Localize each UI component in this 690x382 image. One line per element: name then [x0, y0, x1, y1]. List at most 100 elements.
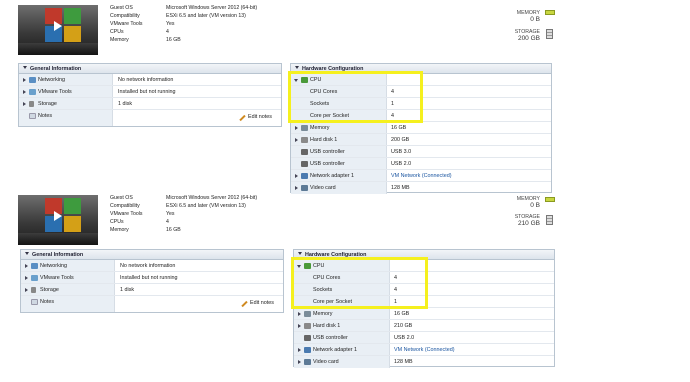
vm-console-thumbnail[interactable]	[18, 5, 98, 55]
row-label: USB controller	[313, 335, 348, 341]
general-information-header[interactable]: General Information	[21, 250, 283, 260]
memory-meter-value: 0 B	[530, 16, 540, 23]
cpus-value: 4	[166, 29, 169, 35]
row-value: 210 GB	[394, 323, 413, 329]
vmware-tools-label: VMware Tools	[110, 21, 143, 27]
storage-stack-icon	[546, 29, 553, 39]
guest-os-value: Microsoft Windows Server 2012 (64-bit)	[166, 5, 258, 11]
vm-console-thumbnail[interactable]	[18, 195, 98, 245]
storage-icon	[29, 101, 34, 107]
hw-row-network-adapter[interactable]: Network adapter 1 VM Network (Connected)	[291, 170, 551, 182]
play-icon[interactable]	[54, 21, 62, 31]
vmware-tools-icon	[31, 275, 38, 281]
video-card-icon	[301, 185, 308, 191]
row-value: 16 GB	[391, 125, 407, 131]
usb-icon	[304, 335, 311, 341]
play-icon[interactable]	[54, 211, 62, 221]
edit-notes-link[interactable]: Edit notes	[250, 300, 274, 306]
compatibility-value: ESXi 6.5 and later (VM version 13)	[166, 203, 246, 209]
row-value: 128 MB	[394, 359, 413, 365]
row-value: USB 3.0	[391, 149, 412, 155]
row-value: USB 2.0	[394, 335, 415, 341]
memory-icon	[301, 125, 308, 131]
network-adapter-icon	[304, 347, 311, 353]
row-label: Networking	[40, 263, 67, 269]
cpu-highlight-box	[288, 71, 423, 123]
hw-row-memory[interactable]: Memory 16 GB	[291, 122, 551, 134]
memory-meter-value: 0 B	[530, 202, 540, 209]
row-value: Installed but not running	[118, 89, 176, 95]
row-label: VMware Tools	[40, 275, 74, 281]
windows-logo-icon	[45, 8, 83, 44]
memory-value: 16 GB	[166, 37, 181, 43]
row-label: USB controller	[310, 161, 345, 167]
row-label: Memory	[313, 311, 333, 317]
hw-row-video-card[interactable]: Video card 128 MB	[294, 356, 554, 368]
storage-meter-value: 200 GB	[517, 35, 540, 42]
row-value: 128 MB	[391, 185, 410, 191]
hard-disk-icon	[304, 323, 311, 329]
storage-icon	[31, 287, 36, 293]
general-row-vmware-tools[interactable]: VMware Tools Installed but not running	[21, 272, 283, 284]
usb-icon	[301, 149, 308, 155]
vmware-tools-label: VMware Tools	[110, 211, 143, 217]
row-label: Memory	[310, 125, 330, 131]
network-adapter-icon	[301, 173, 308, 179]
row-value: No network information	[120, 263, 176, 269]
network-link[interactable]: VM Network (Connected)	[394, 344, 455, 356]
cpu-highlight-box	[291, 257, 428, 309]
storage-meter: STORAGE 200 GB	[494, 29, 540, 42]
vmware-tools-value: Yes	[166, 21, 175, 27]
row-value: No network information	[118, 77, 174, 83]
storage-meter: STORAGE 210 GB	[494, 214, 540, 227]
hw-row-network-adapter[interactable]: Network adapter 1 VM Network (Connected)	[294, 344, 554, 356]
row-label: Storage	[40, 287, 59, 293]
network-icon	[29, 77, 36, 83]
edit-notes-link[interactable]: Edit notes	[248, 114, 272, 120]
vmware-tools-value: Yes	[166, 211, 175, 217]
row-label: Video card	[310, 185, 336, 191]
hw-row-memory[interactable]: Memory 16 GB	[294, 308, 554, 320]
storage-stack-icon	[546, 215, 553, 225]
hw-row-hard-disk[interactable]: Hard disk 1 200 GB	[291, 134, 551, 146]
general-information-panel: General Information Networking No networ…	[18, 63, 282, 127]
memory-chip-icon	[545, 197, 555, 202]
usb-icon	[301, 161, 308, 167]
cpus-label: CPUs	[110, 29, 124, 35]
network-link[interactable]: VM Network (Connected)	[391, 170, 452, 182]
hw-row-usb-controller: USB controller USB 2.0	[294, 332, 554, 344]
compatibility-value: ESXi 6.5 and later (VM version 13)	[166, 13, 246, 19]
compatibility-label: Compatibility	[110, 203, 140, 209]
row-label: Network adapter 1	[313, 347, 358, 353]
row-value: 1 disk	[120, 287, 135, 293]
general-information-panel: General Information Networking No networ…	[20, 249, 284, 313]
guest-os-label: Guest OS	[110, 5, 133, 11]
row-label: VMware Tools	[38, 89, 72, 95]
row-label: Network adapter 1	[310, 173, 355, 179]
cpus-label: CPUs	[110, 219, 124, 225]
vmware-tools-icon	[29, 89, 36, 95]
row-value: 1 disk	[118, 101, 133, 107]
general-row-storage[interactable]: Storage 1 disk	[21, 284, 283, 296]
notes-icon	[29, 113, 36, 119]
memory-meter: MEMORY 0 B	[494, 196, 540, 209]
memory-label: Memory	[110, 37, 129, 43]
row-label: Networking	[38, 77, 65, 83]
guest-os-label: Guest OS	[110, 195, 133, 201]
general-row-storage[interactable]: Storage 1 disk	[19, 98, 281, 110]
memory-value: 16 GB	[166, 227, 181, 233]
general-row-networking[interactable]: Networking No network information	[19, 74, 281, 86]
general-row-vmware-tools[interactable]: VMware Tools Installed but not running	[19, 86, 281, 98]
hw-row-video-card[interactable]: Video card 128 MB	[291, 182, 551, 194]
memory-icon	[304, 311, 311, 317]
row-value: 200 GB	[391, 137, 410, 143]
hw-row-hard-disk[interactable]: Hard disk 1 210 GB	[294, 320, 554, 332]
row-label: Video card	[313, 359, 339, 365]
general-row-networking[interactable]: Networking No network information	[21, 260, 283, 272]
storage-meter-value: 210 GB	[517, 220, 540, 227]
memory-label: Memory	[110, 227, 129, 233]
hw-row-usb-controller: USB controller USB 3.0	[291, 146, 551, 158]
general-information-header[interactable]: General Information	[19, 64, 281, 74]
windows-logo-icon	[45, 198, 83, 234]
network-icon	[31, 263, 38, 269]
